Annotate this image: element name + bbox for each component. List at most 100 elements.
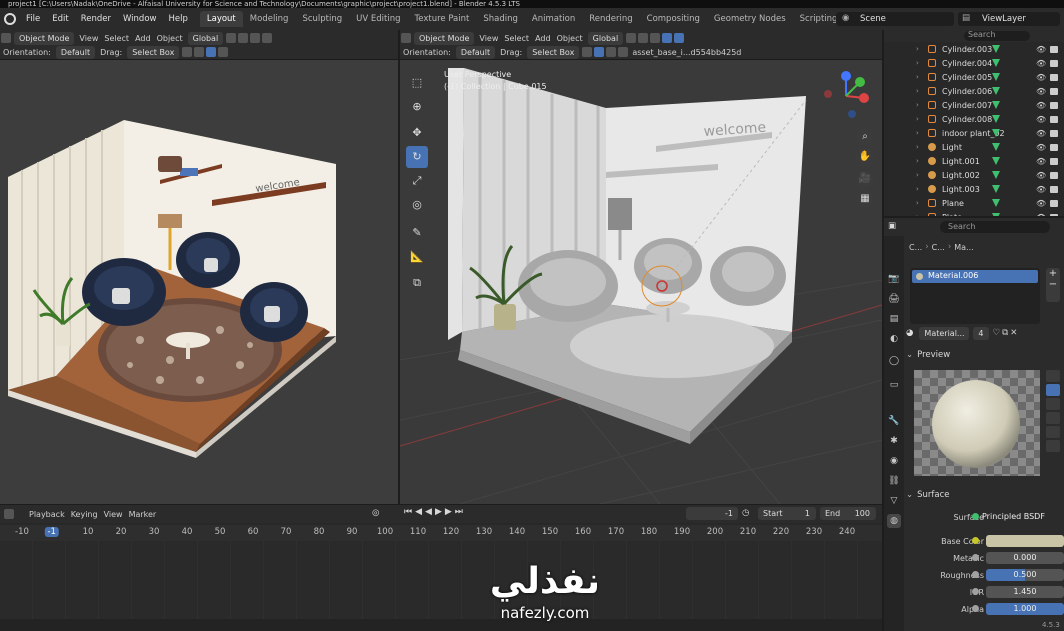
property-value-field[interactable]: 1.000 [986, 603, 1064, 615]
playback-controls[interactable]: ⏮◀◀▶▶⏭ [404, 507, 466, 517]
expand-chevron-icon[interactable]: › [916, 115, 919, 123]
data-filter-icon[interactable] [992, 143, 1000, 151]
surface-panel-header[interactable]: ⌄ Surface [906, 490, 1064, 502]
preview-cloth-icon[interactable] [1046, 440, 1060, 452]
outliner-search-input[interactable]: Search [964, 30, 1030, 41]
render-camera-icon[interactable] [1050, 199, 1058, 207]
timeline-scrollbar[interactable] [0, 619, 882, 631]
right-drag-dropdown[interactable]: Select Box [527, 45, 580, 59]
data-filter-icon[interactable] [992, 157, 1000, 165]
expand-chevron-icon[interactable]: › [916, 87, 919, 95]
timeline-menu-keying[interactable]: Keying [71, 510, 98, 519]
expand-chevron-icon[interactable]: › [916, 129, 919, 137]
data-filter-icon[interactable] [992, 59, 1000, 67]
render-camera-icon[interactable] [1050, 185, 1058, 193]
outliner-row[interactable]: › Cylinder.005 👁 [884, 70, 1064, 84]
timeline-area[interactable] [0, 541, 882, 619]
asset-name[interactable]: asset_base_i...d554bb425d [632, 48, 741, 57]
menu-file[interactable]: File [20, 14, 46, 24]
material-browse-icon[interactable]: ◕ [906, 328, 913, 338]
render-camera-icon[interactable] [1050, 157, 1058, 165]
menu-edit[interactable]: Edit [46, 14, 74, 24]
outliner-row[interactable]: › Light.003 👁 [884, 182, 1064, 196]
world-tab-icon[interactable]: ◯ [887, 354, 901, 368]
right-transform-orientation[interactable]: Global [587, 31, 624, 45]
outliner-row[interactable]: › Light.002 👁 [884, 168, 1064, 182]
shading-wire-icon-right[interactable] [582, 47, 593, 57]
current-frame-field[interactable]: -1 [686, 507, 738, 520]
particles-tab-icon[interactable]: ✱ [887, 434, 901, 448]
view-layer-selector[interactable]: ▤ ViewLayer [958, 12, 1060, 26]
slot-add-remove[interactable]: + − [1046, 268, 1060, 302]
expand-chevron-icon[interactable]: › [916, 185, 919, 193]
right-menu-select[interactable]: Select [504, 34, 529, 43]
expand-chevron-icon[interactable]: › [916, 199, 919, 207]
property-value-field[interactable] [986, 535, 1064, 547]
timeline-editor-icon[interactable] [4, 509, 14, 519]
breadcrumb-1[interactable]: C... [932, 243, 945, 252]
unlink-icon[interactable]: ✕ [1010, 328, 1017, 338]
outliner-row[interactable]: › indoor plant_02 👁 [884, 126, 1064, 140]
expand-chevron-icon[interactable]: › [916, 73, 919, 81]
snap-icon-right[interactable] [638, 33, 649, 43]
timeline-ruler[interactable]: -10 -1 10 20 30 40 50 60 70 80 90 100 110 120 130 140 15… [0, 525, 882, 541]
shading-wire-icon[interactable] [182, 47, 193, 57]
menu-render[interactable]: Render [75, 14, 117, 24]
render-camera-icon[interactable] [1050, 143, 1058, 151]
preview-panel-header[interactable]: ⌄ Preview [906, 350, 1064, 362]
annotate-tool-icon[interactable]: ✎ [406, 222, 428, 244]
tab-modeling[interactable]: Modeling [243, 11, 296, 27]
render-camera-icon[interactable] [1050, 59, 1058, 67]
clock-icon[interactable]: ◷ [742, 508, 749, 518]
preview-monkey-icon[interactable] [1046, 426, 1060, 438]
data-filter-icon[interactable] [992, 185, 1000, 193]
visibility-eye-icon[interactable]: 👁 [1036, 101, 1046, 110]
right-menu-object[interactable]: Object [557, 34, 583, 43]
outliner-row[interactable]: › Cylinder.003 👁 [884, 42, 1064, 56]
visibility-eye-icon[interactable]: 👁 [1036, 157, 1046, 166]
breadcrumb-0[interactable]: C... [909, 243, 922, 252]
preview-cube-icon[interactable] [1046, 398, 1060, 410]
blender-logo-icon[interactable] [4, 13, 16, 25]
shading-rendered-icon-right[interactable] [618, 47, 629, 57]
left-viewport[interactable]: welcome [0, 60, 398, 504]
right-menu-add[interactable]: Add [535, 34, 551, 43]
left-drag-dropdown[interactable]: Select Box [127, 45, 180, 59]
preview-sphere-icon[interactable] [1046, 384, 1060, 396]
add-cube-tool-icon[interactable]: ⧉ [406, 272, 428, 294]
surface-shader-value[interactable]: Principled BSDF [982, 512, 1045, 521]
constraints-tab-icon[interactable]: ⛓ [887, 474, 901, 488]
tab-sculpting[interactable]: Sculpting [295, 11, 349, 27]
visibility-eye-icon[interactable]: 👁 [1036, 59, 1046, 68]
gizmo-toggle-icon[interactable] [662, 33, 673, 43]
tab-animation[interactable]: Animation [525, 11, 582, 27]
menu-window[interactable]: Window [117, 14, 163, 24]
menu-help[interactable]: Help [162, 14, 193, 24]
scale-tool-icon[interactable]: ⤢ [406, 170, 428, 192]
timeline-menu-view[interactable]: View [104, 510, 123, 519]
tab-texture-paint[interactable]: Texture Paint [408, 11, 477, 27]
material-users-count[interactable]: 4 [973, 326, 989, 340]
left-menu-view[interactable]: View [79, 34, 98, 43]
left-object-mode-dropdown[interactable]: Object Mode [14, 31, 75, 45]
left-menu-add[interactable]: Add [135, 34, 151, 43]
render-camera-icon[interactable] [1050, 213, 1058, 216]
expand-chevron-icon[interactable]: › [916, 213, 919, 216]
tab-compositing[interactable]: Compositing [640, 11, 707, 27]
duplicate-icon[interactable]: ⧉ [1002, 328, 1008, 338]
render-camera-icon[interactable] [1050, 73, 1058, 81]
expand-chevron-icon[interactable]: › [916, 101, 919, 109]
left-menu-select[interactable]: Select [104, 34, 129, 43]
outliner-row[interactable]: › Light 👁 [884, 140, 1064, 154]
right-viewport[interactable]: welcome User Perspective (-1) Collection… [400, 60, 882, 504]
preview-hair-icon[interactable] [1046, 412, 1060, 424]
modifier-tab-icon[interactable]: 🔧 [887, 414, 901, 428]
outliner-row[interactable]: › Plate 👁 [884, 210, 1064, 216]
material-name-field[interactable]: Material... [919, 326, 970, 340]
material-slot-list[interactable]: Material.006 [910, 268, 1040, 324]
measure-tool-icon[interactable]: 📐 [406, 246, 428, 268]
editor-type-icon-right[interactable] [401, 33, 411, 43]
collection-tab-icon[interactable]: ▭ [887, 378, 901, 392]
visibility-eye-icon[interactable]: 👁 [1036, 171, 1046, 180]
data-filter-icon[interactable] [992, 213, 1000, 216]
